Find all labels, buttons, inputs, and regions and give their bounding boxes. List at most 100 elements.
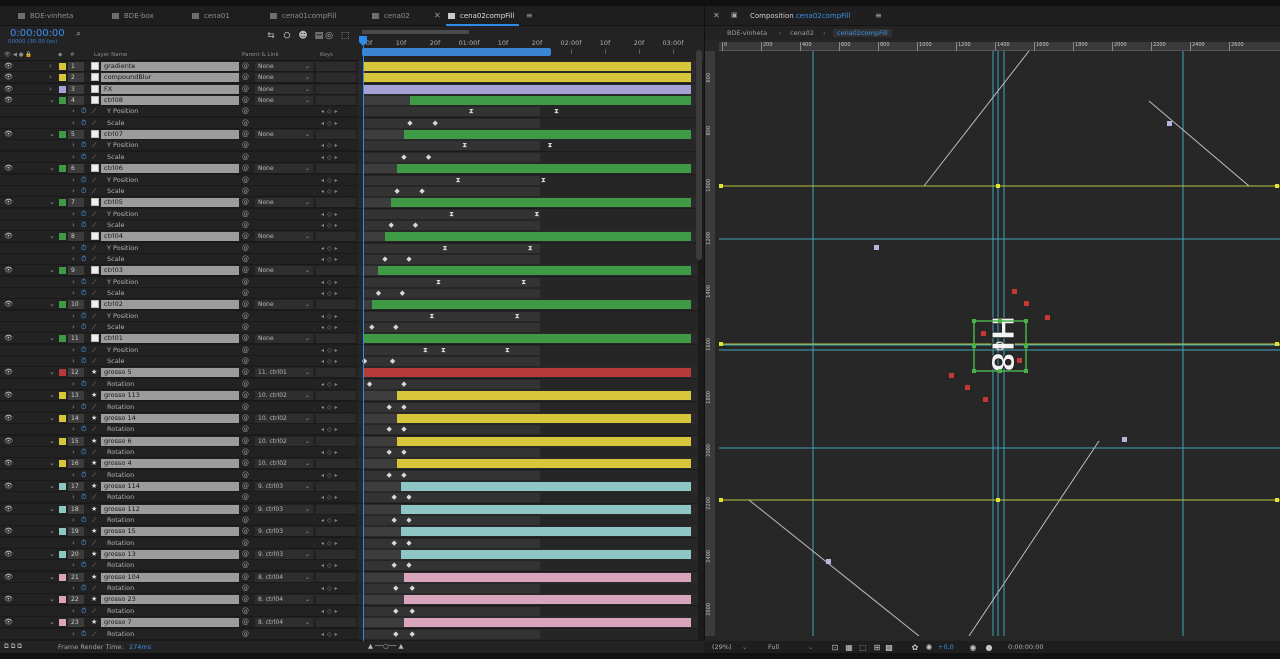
property-row[interactable]: › ⏱ ⟋ Y Position @ ◂◇▸ ⧗ ⧗ <box>0 242 704 254</box>
layer-time-track[interactable]: ◆ ◆ <box>358 469 698 481</box>
twirl-closed-icon[interactable]: › <box>72 220 80 231</box>
layer-time-track[interactable]: ◆ ◆ <box>358 424 698 436</box>
visibility-eye-icon[interactable]: 👁 <box>4 527 13 536</box>
layer-row[interactable]: 👁 ⌄ 5 ctrl07 @ None ⌄ <box>0 129 704 141</box>
zoom-select[interactable]: (29%) <box>712 643 732 651</box>
tab-cena01[interactable]: cena01 <box>190 6 230 26</box>
label-color-swatch[interactable] <box>59 74 66 82</box>
label-color-swatch[interactable] <box>59 619 66 627</box>
layer-time-track[interactable] <box>358 594 698 606</box>
layer-duration-bar[interactable] <box>397 413 691 423</box>
stopwatch-icon[interactable]: ⏱ <box>81 289 90 298</box>
breadcrumb-bde-vinheta[interactable]: BDE-vinheta <box>727 29 767 37</box>
pickwhip-icon[interactable]: @ <box>242 482 254 491</box>
property-row[interactable]: › ⏱ ⟋ Y Position @ ◂◇▸ ⧗ ⧗ <box>0 140 704 152</box>
keyframe-navigator-icon[interactable]: ◂◇▸ <box>321 470 341 481</box>
twirl-closed-icon[interactable]: › <box>72 492 80 503</box>
keyframe[interactable]: ◆ <box>409 630 414 638</box>
motion-blur-icon[interactable]: ◎ <box>323 31 335 41</box>
layer-name[interactable]: grosso 104 <box>101 572 239 582</box>
twirl-open-icon[interactable]: ⌄ <box>49 231 57 242</box>
pickwhip-icon[interactable]: @ <box>242 164 254 173</box>
stopwatch-icon[interactable]: ⏱ <box>81 607 90 616</box>
layer-row[interactable]: 👁 ⌄ 4 ctrl08 @ None ⌄ <box>0 95 704 107</box>
grid-icon[interactable]: ▩ <box>884 643 894 653</box>
layer-row[interactable]: 👁 ⌄ 18 ★ grosso 112 @9. ctrl03 ⌄ <box>0 503 704 515</box>
layer-time-track[interactable]: ◆ ◆ <box>358 401 698 413</box>
layer-name[interactable]: grosso 7 <box>101 618 239 628</box>
keyframe[interactable]: ◆ <box>432 119 437 127</box>
layer-name-header[interactable]: Layer Name <box>94 52 127 58</box>
layer-name[interactable]: ctrl03 <box>101 266 239 276</box>
pickwhip-icon[interactable]: @ <box>242 516 254 525</box>
property-row[interactable]: › ⏱ ⟋ Y Position @ ◂◇▸ ⧗ ⧗ <box>0 106 704 118</box>
layer-time-track[interactable]: ◆ ◆ <box>358 151 698 163</box>
stopwatch-icon[interactable]: ⏱ <box>81 346 90 355</box>
layer-time-track[interactable]: ◆ ◆ <box>358 117 698 129</box>
graph-icon[interactable]: ⟋ <box>92 346 101 355</box>
parent-select[interactable]: None ⌄ <box>255 334 313 344</box>
parent-select[interactable]: None ⌄ <box>255 62 313 71</box>
twirl-closed-icon[interactable]: › <box>72 311 80 322</box>
layer-time-track[interactable]: ◆ ◆ <box>358 446 698 458</box>
parent-select[interactable]: 10. ctrl02 ⌄ <box>255 436 313 446</box>
keyframe-navigator-icon[interactable]: ◂◇▸ <box>321 209 341 220</box>
layer-time-track[interactable]: ⧗ ⧗ <box>358 310 698 322</box>
composition-mini-flowchart-icon[interactable]: ⇆ <box>265 31 277 41</box>
keyframe-navigator-icon[interactable]: ◂◇▸ <box>321 629 341 640</box>
pickwhip-icon[interactable]: @ <box>242 312 254 321</box>
parent-link-header[interactable]: Parent & Link <box>242 52 279 58</box>
twirl-open-icon[interactable]: ⌄ <box>49 413 57 424</box>
graph-icon[interactable]: ⟋ <box>92 289 101 298</box>
layer-name[interactable]: ctrl05 <box>101 198 239 208</box>
property-row[interactable]: › ⏱ ⟋ Scale @ ◂◇▸ ◆ ◆ <box>0 253 704 265</box>
keyframe-navigator-icon[interactable]: ◂◇▸ <box>321 356 341 367</box>
keyframe[interactable]: ⧗ <box>505 346 510 354</box>
layer-duration-bar[interactable] <box>397 164 691 174</box>
layer-duration-bar[interactable] <box>391 198 691 208</box>
property-row[interactable]: › ⏱ ⟋ Rotation @ ◂◇▸ ◆ ◆ <box>0 583 704 595</box>
layer-name[interactable]: grosso 15 <box>101 527 239 537</box>
layer-time-track[interactable] <box>358 617 698 629</box>
twirl-open-icon[interactable]: ⌄ <box>49 549 57 560</box>
keyframe-navigator-icon[interactable]: ◂◇▸ <box>321 175 341 186</box>
twirl-open-icon[interactable]: ⌄ <box>49 129 57 140</box>
pickwhip-icon[interactable]: @ <box>242 289 254 298</box>
keyframe[interactable]: ⧗ <box>521 278 526 286</box>
graph-icon[interactable]: ⟋ <box>92 323 101 332</box>
layer-time-track[interactable] <box>358 435 698 447</box>
layer-time-track[interactable]: ◆ ◆ <box>358 537 698 549</box>
property-row[interactable]: › ⏱ ⟋ Rotation @ ◂◇▸ ◆ ◆ <box>0 378 704 390</box>
keyframe[interactable]: ◆ <box>393 324 398 331</box>
layer-name[interactable]: grosso 23 <box>101 595 239 605</box>
property-row[interactable]: › ⏱ ⟋ Scale @ ◂◇▸ ◆ ◆ <box>0 219 704 231</box>
stopwatch-icon[interactable]: ⏱ <box>81 153 90 162</box>
layer-time-track[interactable]: ◆ ◆ <box>358 185 698 197</box>
keyframe[interactable]: ◆ <box>409 607 414 615</box>
label-color-swatch[interactable] <box>59 528 66 536</box>
tab-cena02[interactable]: cena02 <box>370 6 410 26</box>
layer-duration-bar[interactable] <box>371 300 691 310</box>
breadcrumb-cena02compfill[interactable]: cena02compFill <box>833 29 892 37</box>
tab-cena02compfill[interactable]: ✕ cena02compFill ≡ <box>434 6 533 26</box>
graph-icon[interactable]: ⟋ <box>92 244 101 253</box>
twirl-open-icon[interactable]: ⌄ <box>49 617 57 628</box>
property-row[interactable]: › ⏱ ⟋ Rotation @ ◂◇▸ ◆ ◆ <box>0 401 704 413</box>
twirl-closed-icon[interactable]: › <box>72 560 80 571</box>
keyframe[interactable]: ◆ <box>382 255 387 263</box>
stopwatch-icon[interactable]: ⏱ <box>81 210 90 219</box>
keyframe[interactable]: ◆ <box>407 119 412 127</box>
pickwhip-icon[interactable]: @ <box>242 187 254 196</box>
pickwhip-icon[interactable]: @ <box>242 198 254 207</box>
graph-icon[interactable]: ⟋ <box>92 471 101 480</box>
stopwatch-icon[interactable]: ⏱ <box>81 539 90 548</box>
visibility-eye-icon[interactable]: 👁 <box>4 618 13 627</box>
graph-icon[interactable]: ⟋ <box>92 107 101 116</box>
stopwatch-icon[interactable]: ⏱ <box>81 255 90 264</box>
property-row[interactable]: › ⏱ ⟋ Rotation @ ◂◇▸ ◆ ◆ <box>0 424 704 436</box>
layer-row[interactable]: 👁 ⌄ 9 ctrl03 @ None ⌄ <box>0 265 704 277</box>
layer-row[interactable]: 👁 ⌄ 17 ★ grosso 114 @9. ctrl03 ⌄ <box>0 480 704 492</box>
visibility-eye-icon[interactable]: 👁 <box>4 266 13 275</box>
layer-duration-bar[interactable] <box>363 73 691 83</box>
keyframe[interactable]: ◆ <box>406 562 411 569</box>
